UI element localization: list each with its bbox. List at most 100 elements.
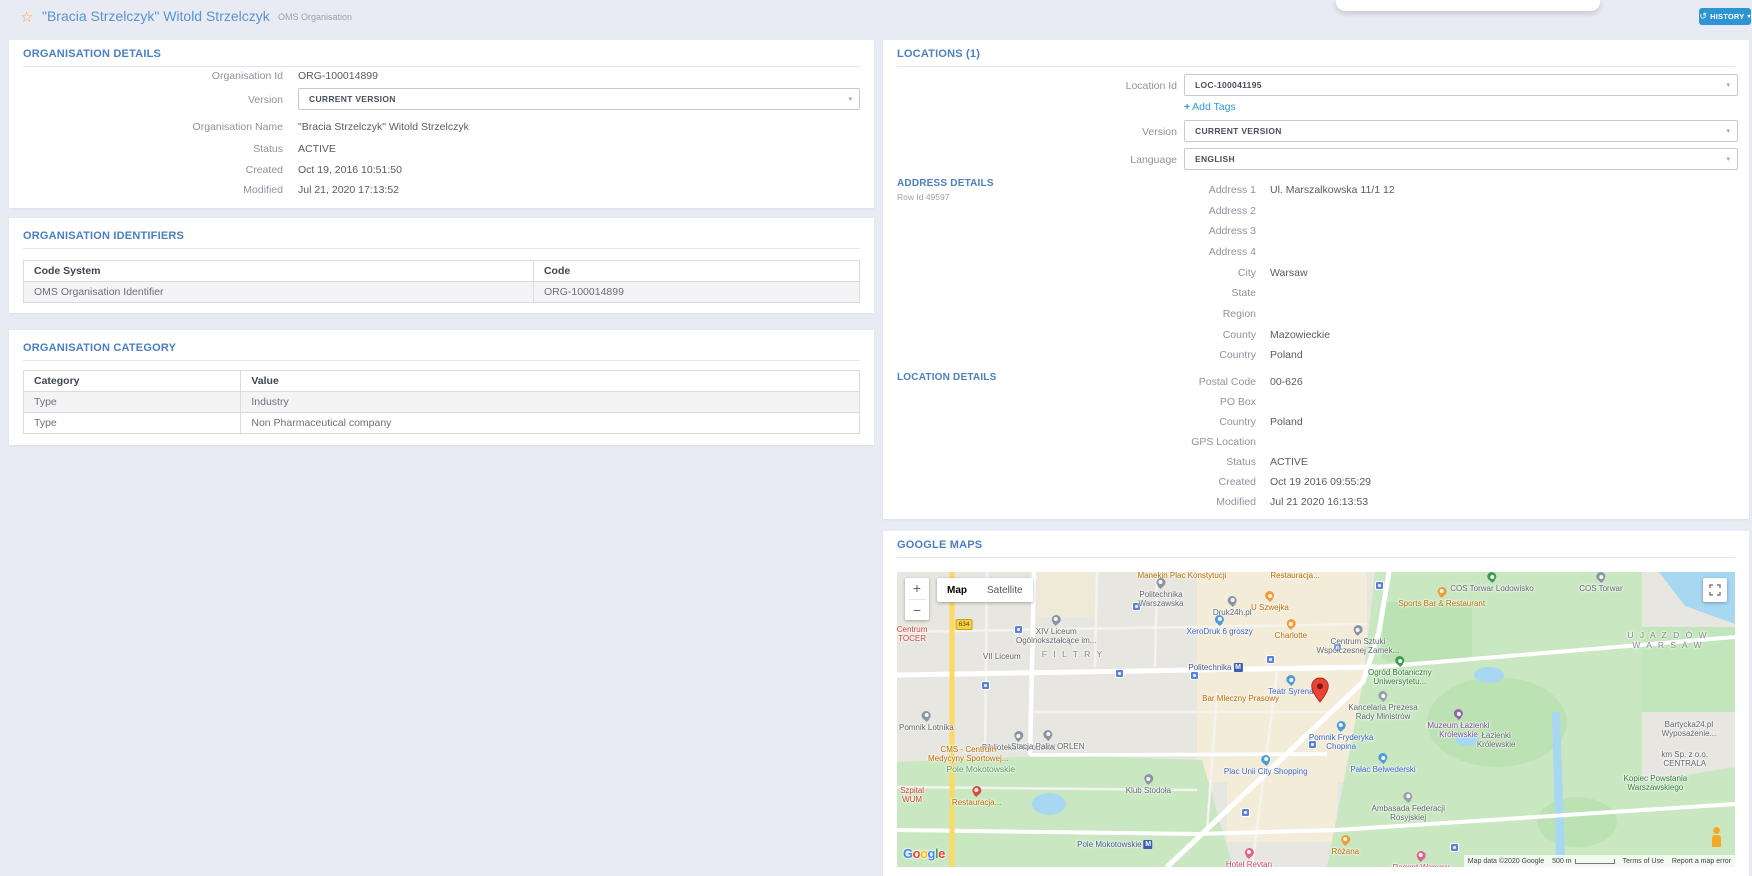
poi-orange-pin-icon <box>1341 835 1350 844</box>
field-label: Postal Code <box>897 376 1256 388</box>
field-label: Address 1 <box>897 184 1256 196</box>
field-label: Status <box>897 456 1256 468</box>
location-id-select[interactable]: LOC-100041195 ▾ <box>1184 74 1738 96</box>
metro-icon: M <box>1144 840 1153 849</box>
terms-link[interactable]: Terms of Use <box>1623 858 1664 865</box>
map-label: Charlotte <box>1275 619 1307 640</box>
field-label: Organisation Id <box>23 70 283 82</box>
version-select[interactable]: CURRENT VERSION ▾ <box>298 88 860 110</box>
field-label: County <box>897 329 1256 341</box>
map-label: Klub Stodoła <box>1126 774 1171 795</box>
floating-toast-partial <box>1336 0 1600 11</box>
section-title: ORGANISATION CATEGORY <box>23 342 176 354</box>
field-label: Created <box>23 164 283 176</box>
map-label: XeroDruk 6 groszy <box>1187 615 1253 636</box>
section-title: LOCATIONS (1) <box>897 48 980 60</box>
report-error-link[interactable]: Report a map error <box>1672 858 1731 865</box>
transit-stop-icon <box>1375 581 1384 590</box>
postal-code-value: 00-626 <box>1270 376 1303 388</box>
map-label: Pomnik FryderykaChopina <box>1309 721 1373 751</box>
divider <box>23 360 860 361</box>
map-label: VII Liceum <box>983 652 1021 661</box>
field-label: Address 2 <box>897 205 1256 217</box>
map-label: SzpitalWUM <box>900 786 924 804</box>
field-label: Country <box>897 416 1256 428</box>
map-label: PolitechnikaWarszawska <box>1138 578 1183 608</box>
map-label: Bar Mleczny Prasowy <box>1202 694 1279 703</box>
poi-red-pin-icon <box>972 786 981 795</box>
field-label: City <box>897 267 1256 279</box>
city-value: Warsaw <box>1270 267 1308 279</box>
map-label: U J A Z D Ó W <box>1627 631 1708 640</box>
map-label: F I L T R Y <box>1042 650 1104 659</box>
plus-icon: + <box>1184 101 1190 113</box>
page-subtitle: OMS Organisation <box>278 12 352 22</box>
field-label: Country <box>897 349 1256 361</box>
map-marker-pin[interactable] <box>1311 677 1329 708</box>
chevron-down-icon: ▾ <box>1747 13 1750 20</box>
poi-blue-pin-icon <box>1215 615 1224 624</box>
location-version-select[interactable]: CURRENT VERSION ▾ <box>1184 120 1738 142</box>
history-button[interactable]: ↺ HISTORY ▾ <box>1699 8 1751 25</box>
field-label: Location Id <box>897 80 1177 92</box>
google-logo: Google <box>903 846 945 861</box>
table-header-row: Code System Code <box>24 261 860 282</box>
metro-icon: M <box>1234 663 1243 672</box>
field-label: Organisation Name <box>23 121 283 133</box>
google-maps-panel: GOOGLE MAPS <box>883 531 1749 876</box>
transit-stop-icon <box>1115 669 1124 678</box>
category-table: Category Value Type Industry Type Non Ph… <box>23 370 860 434</box>
pegman-icon[interactable] <box>1711 827 1721 849</box>
google-map[interactable]: Manekin Plac KonstytucjiRestauracja...Po… <box>897 572 1735 867</box>
chevron-down-icon: ▾ <box>848 95 852 103</box>
divider <box>897 557 1735 558</box>
modified-value: Jul 21, 2020 17:13:52 <box>298 184 399 196</box>
fullscreen-button[interactable] <box>1703 578 1727 602</box>
field-label: Status <box>23 143 283 155</box>
map-attribution: Map data ©2020 Google 500 m Terms of Use… <box>1464 855 1735 867</box>
poi-grey-pin-icon <box>1043 730 1052 739</box>
map-button[interactable]: Map <box>937 578 977 602</box>
table-header-row: Category Value <box>24 371 860 392</box>
transit-stop-icon <box>1266 655 1275 664</box>
field-label: Version <box>897 126 1177 138</box>
table-row: Type Non Pharmaceutical company <box>24 413 860 434</box>
add-tags-link[interactable]: +Add Tags <box>1184 101 1236 113</box>
created-value: Oct 19, 2016 10:51:50 <box>298 164 402 176</box>
map-data-credit: Map data ©2020 Google <box>1468 858 1544 865</box>
language-select[interactable]: ENGLISH ▾ <box>1184 148 1738 170</box>
transit-stop-icon <box>1241 808 1250 817</box>
poi-orange-pin-icon <box>1437 587 1446 596</box>
poi-grey-pin-icon <box>1353 625 1362 634</box>
field-label: Address 4 <box>897 246 1256 258</box>
chevron-down-icon: ▾ <box>1726 155 1730 163</box>
field-label: Address 3 <box>897 225 1256 237</box>
map-label: Pałac Belwederski <box>1350 753 1415 774</box>
map-label: XIV LiceumOgólnokształcące im... <box>1016 615 1096 645</box>
satellite-button[interactable]: Satellite <box>977 578 1033 602</box>
section-title: ORGANISATION DETAILS <box>23 48 161 60</box>
map-label: 634 <box>956 619 973 630</box>
divider <box>23 66 860 67</box>
map-label: Muzeum ŁazienkiKrólewskie <box>1427 709 1489 739</box>
map-label: Kopiec PowstaniaWarszawskiego <box>1624 774 1688 792</box>
map-label: Hotel Reytan <box>1226 848 1272 867</box>
table-row: Type Industry <box>24 392 860 413</box>
map-label: CMS - CentrumMedycyny Sportowej... <box>928 745 1008 763</box>
poi-blue-pin-icon <box>1337 721 1346 730</box>
map-label: Pomnik Lotnika <box>899 711 954 732</box>
status-value: ACTIVE <box>1270 456 1308 468</box>
map-label: COS Torwar <box>1579 572 1622 593</box>
organisation-id-value: ORG-100014899 <box>298 70 378 82</box>
zoom-in-button[interactable]: + <box>905 578 929 599</box>
address1-value: Ul. Marszalkowska 11/1 12 <box>1270 184 1395 196</box>
scale-bar <box>1575 859 1615 864</box>
map-zoom-control: + − <box>905 578 929 620</box>
poi-grey-pin-icon <box>922 711 931 720</box>
identifiers-table: Code System Code OMS Organisation Identi… <box>23 260 860 303</box>
zoom-out-button[interactable]: − <box>905 600 929 621</box>
divider <box>23 248 860 249</box>
favorite-star-icon[interactable]: ☆ <box>20 8 33 26</box>
table-row: OMS Organisation Identifier ORG-10001489… <box>24 282 860 303</box>
map-label: Centrum SztukiWspółczesnej Zamek... <box>1317 625 1400 655</box>
